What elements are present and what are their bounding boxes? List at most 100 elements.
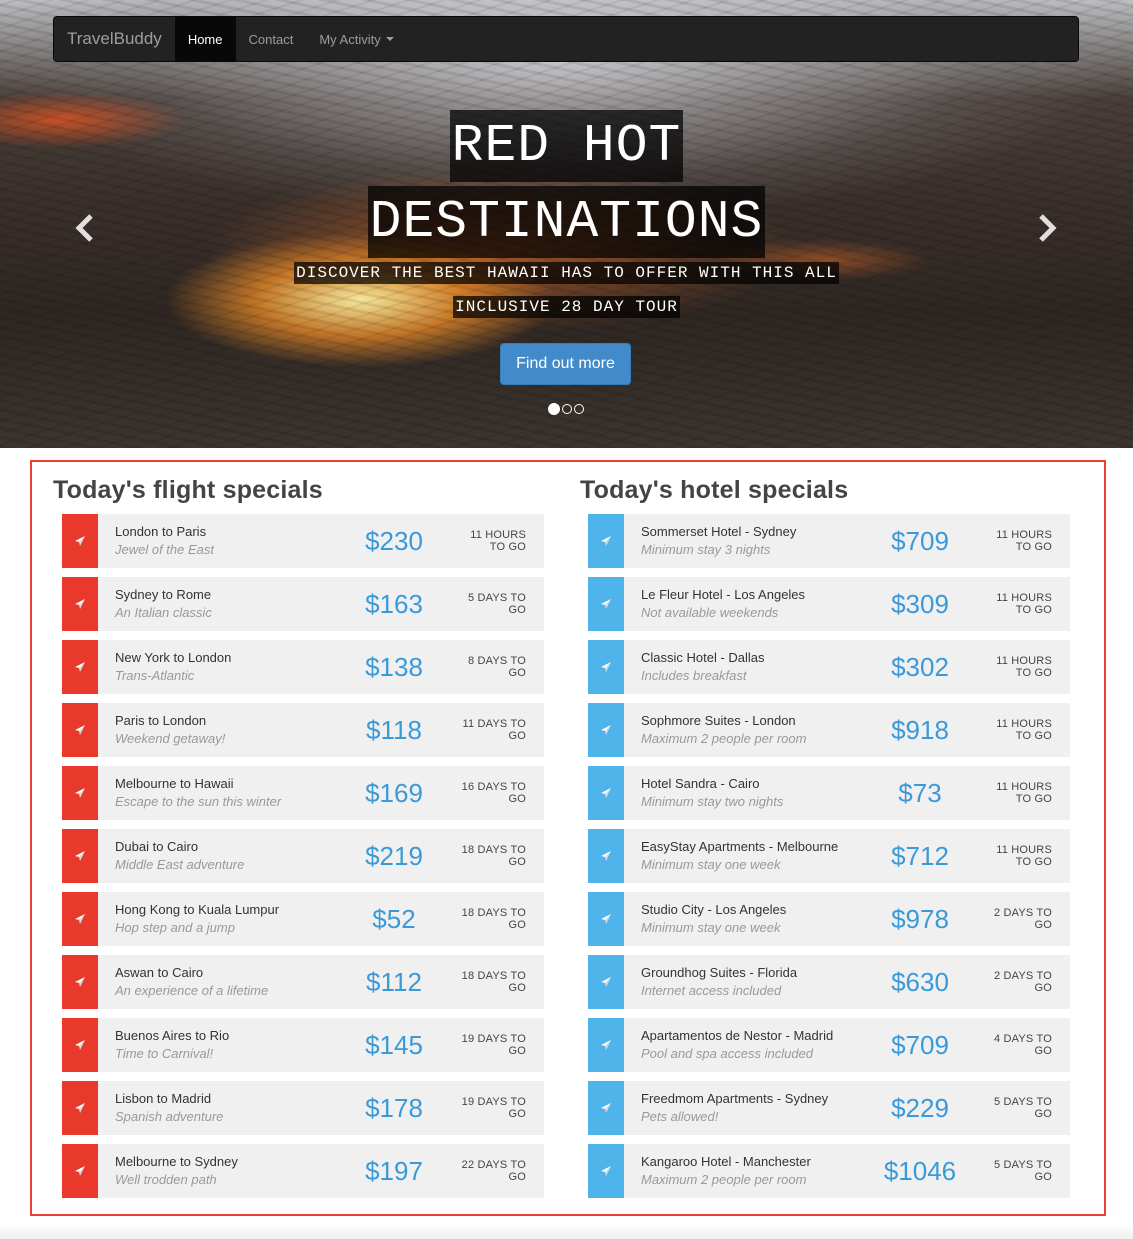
hotel-special-row[interactable]: Kangaroo Hotel - Manchester Maximum 2 peo…	[588, 1144, 1070, 1198]
special-price: $630	[891, 966, 949, 997]
flight-special-row[interactable]: Paris to London Weekend getaway! $118 11 DA…	[62, 703, 544, 757]
special-name: Classic Hotel - Dallas	[641, 650, 765, 665]
special-description: Jewel of the East	[115, 542, 214, 557]
nav-item-my-activity[interactable]: My Activity	[306, 17, 406, 61]
special-time-remaining: 19 DAYS TO GO	[461, 1033, 526, 1057]
page-bottom-edge	[0, 1224, 1133, 1239]
special-name: Le Fleur Hotel - Los Angeles	[641, 587, 806, 602]
paper-plane-icon	[75, 851, 85, 861]
special-icon-badge	[62, 766, 98, 820]
paper-plane-icon	[601, 977, 611, 987]
find-out-more-button[interactable]: Find out more	[500, 343, 631, 385]
special-description: Internet access included	[641, 983, 782, 998]
hotel-special-row[interactable]: Groundhog Suites - Florida Internet acces…	[588, 955, 1070, 1009]
nav-item-label: Contact	[248, 31, 294, 47]
special-time-remaining: 11 HOURS TO GO	[470, 529, 526, 553]
special-text: New York to London Trans-Atlantic	[98, 640, 334, 694]
hotel-special-row[interactable]: Sophmore Suites - London Maximum 2 people…	[588, 703, 1070, 757]
nav-item-home[interactable]: Home	[174, 17, 236, 61]
special-name: Kangaroo Hotel - Manchester	[641, 1154, 811, 1169]
flight-special-row[interactable]: Melbourne to Sydney Well trodden path $197…	[62, 1144, 544, 1198]
chevron-left-icon	[75, 214, 93, 242]
hotel-special-row[interactable]: Hotel Sandra - Cairo Minimum stay two nig…	[588, 766, 1070, 820]
special-time-remaining: 2 DAYS TO GO	[993, 907, 1052, 931]
special-icon-badge	[588, 892, 624, 946]
paper-plane-icon	[601, 914, 611, 924]
special-icon-badge	[588, 766, 624, 820]
special-price: $978	[891, 903, 949, 934]
paper-plane-icon	[601, 662, 611, 672]
flight-special-row[interactable]: Hong Kong to Kuala Lumpur Hop step and a …	[62, 892, 544, 946]
nav-item-label: My Activity	[319, 31, 381, 47]
hotel-special-row[interactable]: Le Fleur Hotel - Los Angeles Not availabl…	[588, 577, 1070, 631]
special-price: $52	[372, 903, 416, 934]
flight-special-row[interactable]: Melbourne to Hawaii Escape to the sun thi…	[62, 766, 544, 820]
flight-special-row[interactable]: Lisbon to Madrid Spanish adventure $178 19 …	[62, 1081, 544, 1135]
carousel-prev-control[interactable]	[70, 210, 100, 246]
special-time-remaining: 11 HOURS TO GO	[996, 781, 1052, 805]
special-description: Maximum 2 people per room	[641, 731, 807, 746]
special-price: $73	[898, 777, 942, 808]
special-time-remaining: 11 HOURS TO GO	[996, 844, 1052, 868]
paper-plane-icon	[601, 725, 611, 735]
special-name: Apartamentos de Nestor - Madrid	[641, 1028, 834, 1043]
paper-plane-icon	[75, 599, 85, 609]
chevron-right-icon	[1039, 214, 1057, 242]
carousel-next-control[interactable]	[1032, 210, 1062, 246]
special-time-remaining: 19 DAYS TO GO	[461, 1096, 526, 1120]
special-description: Minimum stay 3 nights	[641, 542, 771, 557]
brand-logo-link[interactable]: TravelBuddy	[54, 17, 175, 61]
special-description: Spanish adventure	[115, 1109, 224, 1124]
hotel-special-row[interactable]: Freedmom Apartments - Sydney Pets allowed…	[588, 1081, 1070, 1135]
flight-special-row[interactable]: London to Paris Jewel of the East $230 11 H…	[62, 514, 544, 568]
special-price: $709	[891, 525, 949, 556]
special-price: $197	[365, 1155, 423, 1186]
special-price: $163	[365, 588, 423, 619]
hotel-specials-heading: Today's hotel specials	[580, 476, 849, 504]
special-time-remaining: 16 DAYS TO GO	[461, 781, 526, 805]
carousel-indicator-1[interactable]	[548, 403, 560, 415]
special-time-remaining: 8 DAYS TO GO	[467, 655, 526, 679]
carousel-indicator-2[interactable]	[562, 404, 572, 414]
hotel-special-row[interactable]: EasyStay Apartments - Melbourne Minimum s…	[588, 829, 1070, 883]
special-time-remaining: 11 DAYS TO GO	[462, 718, 526, 742]
paper-plane-icon	[75, 1166, 85, 1176]
special-name: Buenos Aires to Rio	[115, 1028, 230, 1043]
nav-item-contact[interactable]: Contact	[236, 17, 307, 61]
carousel-indicator-3[interactable]	[574, 404, 584, 414]
paper-plane-icon	[75, 1103, 85, 1113]
hotel-special-row[interactable]: Sommerset Hotel - Sydney Minimum stay 3 n…	[588, 514, 1070, 568]
flight-special-row[interactable]: Buenos Aires to Rio Time to Carnival! $145…	[62, 1018, 544, 1072]
special-time-remaining: 18 DAYS TO GO	[461, 907, 526, 931]
special-description: Minimum stay two nights	[641, 794, 784, 809]
special-text: Classic Hotel - Dallas Includes breakfast	[624, 640, 860, 694]
special-text: Paris to London Weekend getaway!	[98, 703, 334, 757]
paper-plane-icon	[75, 1040, 85, 1050]
special-icon-badge	[588, 1081, 624, 1135]
paper-plane-icon	[75, 788, 85, 798]
special-price: $229	[891, 1092, 949, 1123]
special-time-remaining: 22 DAYS TO GO	[461, 1159, 526, 1183]
flight-special-row[interactable]: Dubai to Cairo Middle East adventure $219 1…	[62, 829, 544, 883]
hotel-special-row[interactable]: Apartamentos de Nestor - Madrid Pool and …	[588, 1018, 1070, 1072]
special-icon-badge	[588, 514, 624, 568]
flight-special-row[interactable]: New York to London Trans-Atlantic $138 8 DA…	[62, 640, 544, 694]
hotel-special-row[interactable]: Studio City - Los Angeles Minimum stay on…	[588, 892, 1070, 946]
special-time-remaining: 11 HOURS TO GO	[996, 655, 1052, 679]
special-time-remaining: 11 HOURS TO GO	[996, 529, 1052, 553]
paper-plane-icon	[601, 599, 611, 609]
special-text: Buenos Aires to Rio Time to Carnival!	[98, 1018, 334, 1072]
special-text: Kangaroo Hotel - Manchester Maximum 2 peo…	[624, 1144, 860, 1198]
hotel-specials-column: Today's hotel specials	[580, 462, 1070, 516]
flight-special-row[interactable]: Sydney to Rome An Italian classic $163 5 DA…	[62, 577, 544, 631]
special-price: $1046	[883, 1155, 957, 1186]
hotel-special-row[interactable]: Classic Hotel - Dallas Includes breakfast…	[588, 640, 1070, 694]
flight-special-row[interactable]: Aswan to Cairo An experience of a lifetim…	[62, 955, 544, 1009]
special-price: $112	[366, 966, 422, 997]
special-price: $302	[891, 651, 949, 682]
special-description: Middle East adventure	[115, 857, 245, 872]
special-description: Escape to the sun this winter	[115, 794, 282, 809]
special-text: Freedmom Apartments - Sydney Pets allowed…	[624, 1081, 860, 1135]
special-description: Includes breakfast	[641, 668, 747, 683]
special-price: $138	[365, 651, 423, 682]
